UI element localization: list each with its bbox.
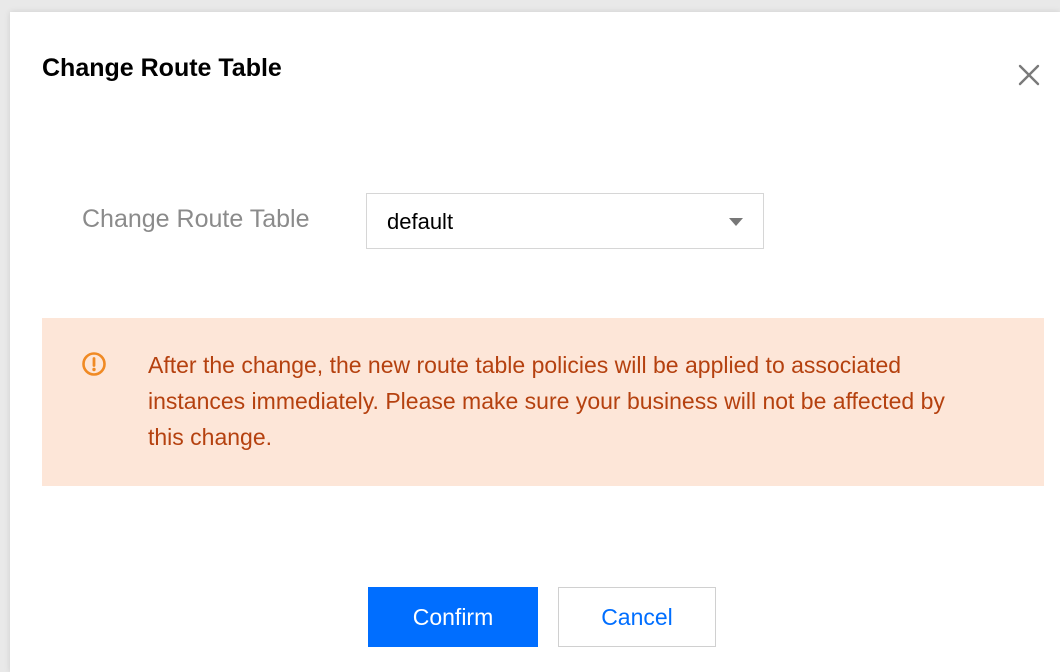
close-button[interactable] (1014, 60, 1044, 90)
route-table-select-value: default (387, 209, 454, 234)
caret-down-icon (729, 218, 743, 226)
change-route-table-dialog: Change Route Table Change Route Table de… (10, 12, 1060, 672)
dialog-title: Change Route Table (42, 54, 282, 82)
warning-alert: After the change, the new route table po… (42, 318, 1044, 486)
cancel-button[interactable]: Cancel (558, 587, 716, 647)
confirm-button[interactable]: Confirm (368, 587, 538, 647)
route-table-select[interactable]: default (366, 193, 764, 249)
close-icon (1018, 64, 1040, 86)
warning-icon (82, 352, 106, 376)
route-table-label: Change Route Table (82, 205, 310, 233)
warning-message: After the change, the new route table po… (148, 352, 945, 450)
